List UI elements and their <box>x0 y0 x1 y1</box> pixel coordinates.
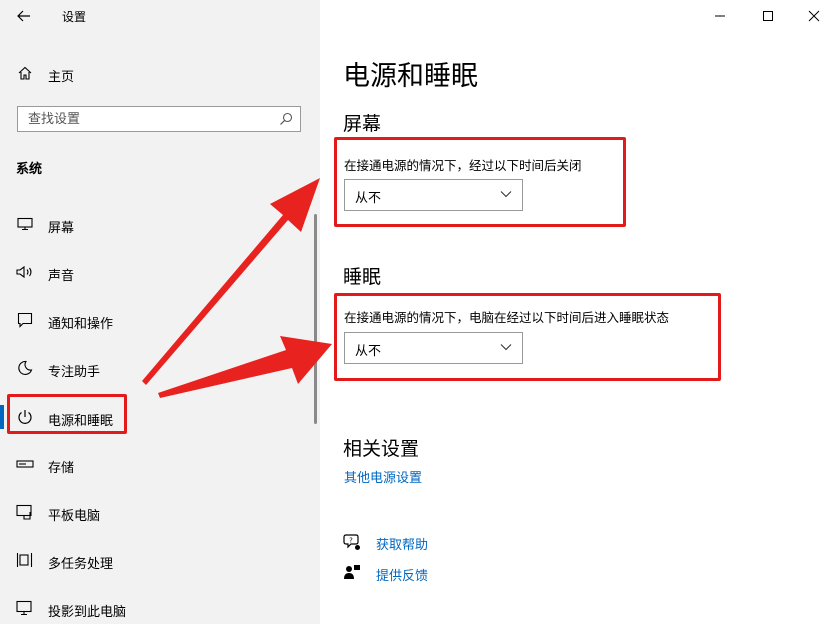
close-icon <box>808 10 820 22</box>
screen-heading: 屏幕 <box>343 113 382 135</box>
section-label: 系统 <box>16 162 43 177</box>
annotation-highlight-box <box>7 394 127 434</box>
scrollbar[interactable] <box>314 214 317 424</box>
sidebar: 设置 主页 系统 屏幕 声音 通知和操作 专注助 <box>0 0 320 624</box>
search-icon[interactable] <box>278 111 294 127</box>
sidebar-item-display[interactable]: 屏幕 <box>0 204 300 244</box>
get-help-link[interactable]: 获取帮助 <box>376 534 428 553</box>
back-arrow-icon <box>17 10 30 22</box>
annotation-highlight-box <box>334 137 626 227</box>
sidebar-item-label: 平板电脑 <box>48 509 101 524</box>
multitask-icon <box>16 552 34 568</box>
search-input[interactable] <box>18 107 278 131</box>
window-title: 设置 <box>62 10 87 24</box>
speaker-icon <box>16 264 34 280</box>
maximize-icon <box>763 11 773 21</box>
notification-icon <box>16 312 34 328</box>
sidebar-item-label: 多任务处理 <box>48 557 114 572</box>
sidebar-item-projection[interactable]: 投影到此电脑 <box>0 588 300 628</box>
sidebar-item-label: 声音 <box>48 269 75 284</box>
close-button[interactable] <box>789 0 838 32</box>
sidebar-item-multitasking[interactable]: 多任务处理 <box>0 540 300 580</box>
maximize-button[interactable] <box>743 0 793 32</box>
sidebar-item-label: 主页 <box>48 70 75 85</box>
help-chat-icon: ? <box>343 534 360 550</box>
give-feedback-link[interactable]: 提供反馈 <box>376 565 428 584</box>
feedback-icon <box>344 565 360 579</box>
tablet-icon <box>16 504 34 520</box>
minimize-icon <box>715 15 725 17</box>
sidebar-item-label: 通知和操作 <box>48 317 114 332</box>
additional-power-settings-link[interactable]: 其他电源设置 <box>344 467 422 486</box>
projection-icon <box>16 600 34 616</box>
sidebar-item-label: 存储 <box>48 461 75 476</box>
home-icon <box>16 65 34 81</box>
annotation-highlight-box <box>334 293 721 381</box>
sidebar-item-storage[interactable]: 存储 <box>0 444 300 484</box>
selected-indicator <box>0 405 4 429</box>
minimize-button[interactable] <box>695 0 745 32</box>
sleep-heading: 睡眠 <box>343 266 382 288</box>
sidebar-item-focus-assist[interactable]: 专注助手 <box>0 348 300 388</box>
page-title: 电源和睡眠 <box>343 61 478 92</box>
search-box <box>17 106 301 132</box>
sidebar-item-label: 投影到此电脑 <box>48 605 127 620</box>
sidebar-item-home[interactable]: 主页 <box>0 53 300 93</box>
svg-text:?: ? <box>349 537 353 545</box>
back-button[interactable] <box>10 4 38 28</box>
moon-icon <box>16 360 34 376</box>
sidebar-item-sound[interactable]: 声音 <box>0 252 300 292</box>
sidebar-item-notifications[interactable]: 通知和操作 <box>0 300 300 340</box>
related-settings-heading: 相关设置 <box>343 438 420 460</box>
sidebar-item-label: 屏幕 <box>48 221 75 236</box>
sidebar-item-tablet[interactable]: 平板电脑 <box>0 492 300 532</box>
monitor-icon <box>16 216 34 232</box>
sidebar-item-label: 专注助手 <box>48 365 101 380</box>
storage-icon <box>16 456 34 472</box>
